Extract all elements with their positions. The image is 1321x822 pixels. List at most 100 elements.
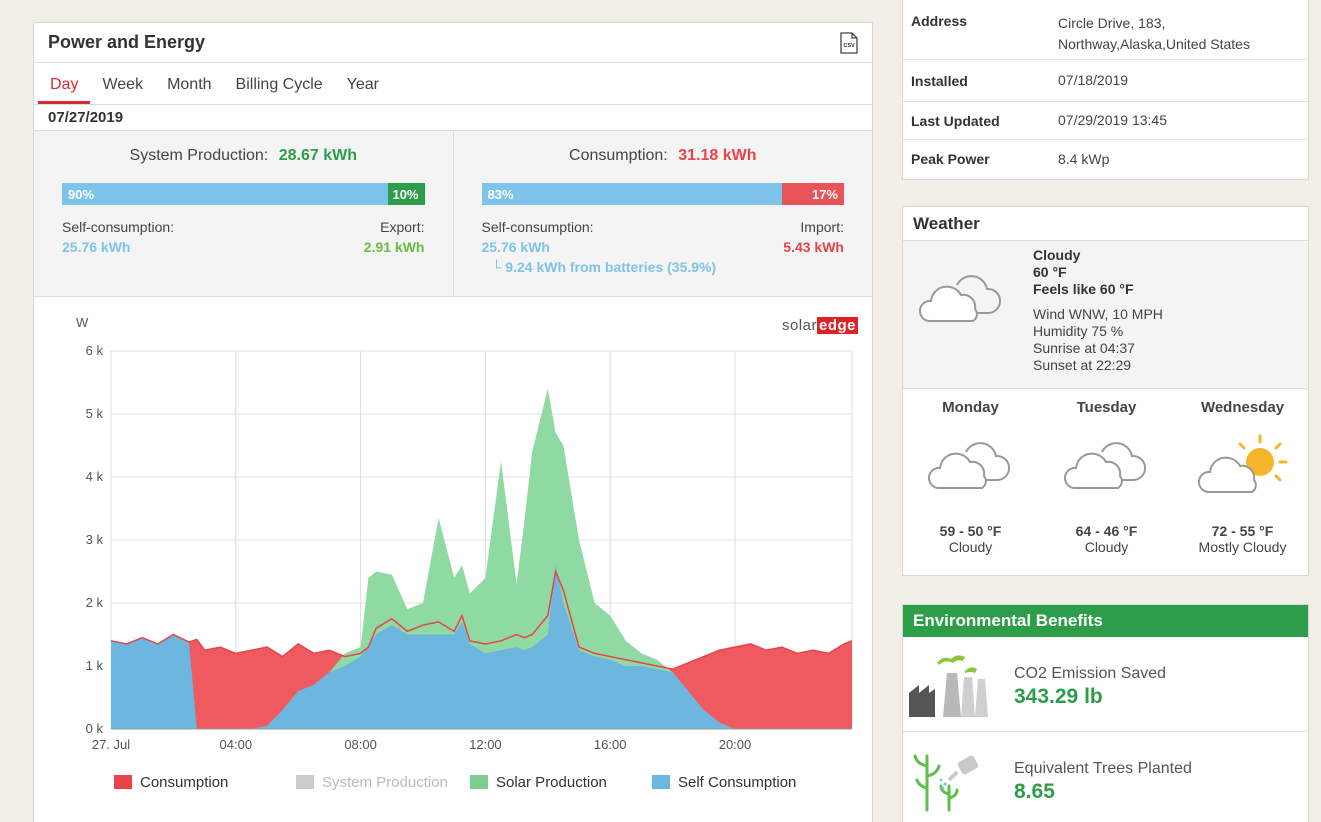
cloud-icon <box>1063 442 1146 489</box>
energy-stats: System Production: 28.67 kWh 90% 10% Sel… <box>34 131 872 297</box>
humidity: Humidity 75 % <box>1033 323 1124 339</box>
panel-title: Power and Energy <box>48 32 206 52</box>
forecast-temp: 64 - 46 °F <box>1075 523 1138 539</box>
forecast-tuesday: Tuesday 64 - 46 °F Cloudy <box>1039 399 1174 555</box>
production-split-bar: 90% 10% <box>62 183 425 205</box>
tree-watering-icon <box>913 754 979 812</box>
power-energy-panel: Power and Energy CSV Day Week Month Bill… <box>33 22 873 822</box>
legend-label: Consumption <box>140 774 228 791</box>
forecast-wednesday: Wednesday 72 - 55 °F Mostly Cloudy <box>1175 399 1310 555</box>
period-tabs: Day Week Month Billing Cycle Year <box>34 63 872 105</box>
address-line-2: Northway,Alaska,United States <box>1058 36 1250 52</box>
tab-year[interactable]: Year <box>335 76 391 104</box>
y-tick-label: 6 k <box>86 343 104 358</box>
co2-value: 343.29 lb <box>1014 685 1103 708</box>
y-tick-label: 5 k <box>86 406 104 421</box>
env-title: Environmental Benefits <box>903 605 1308 637</box>
consumption-split-bar: 83% 17% <box>481 183 844 205</box>
power-chart: solar edge W 0 k 1 k 2 k 3 k 4 k 5 k 6 k 27. Jul 0… <box>34 297 872 817</box>
csv-icon-label: CSV <box>843 43 855 49</box>
consumption-breakdown: Self-consumption: 25.76 kWh Import: 5.43… <box>482 219 845 255</box>
tab-week[interactable]: Week <box>90 76 155 104</box>
forecast-condition: Cloudy <box>948 539 993 555</box>
production-self-label: Self-consumption: <box>62 219 175 235</box>
legend-swatch <box>114 775 132 789</box>
consumption-self-label: Self-consumption: <box>481 219 594 235</box>
info-key: Address <box>911 13 968 29</box>
export-label: Export: <box>380 219 425 235</box>
y-tick-label: 2 k <box>86 595 104 610</box>
address-line-1: Circle Drive, 183, <box>1058 15 1166 31</box>
cloud-icon <box>919 275 1001 322</box>
export-value: 2.91 kWh <box>363 239 425 255</box>
trees-planted-row: Equivalent Trees Planted 8.65 <box>903 732 1308 822</box>
legend-label: System Production <box>322 774 448 791</box>
factory-icon <box>909 655 988 717</box>
co2-saved-row: CO2 Emission Saved 343.29 lb <box>903 637 1308 732</box>
info-value: 8.4 kWp <box>1058 150 1110 167</box>
x-tick-label: 04:00 <box>220 737 253 752</box>
consumption-self-value: 25.76 kWh <box>481 239 550 255</box>
site-info-panel: Address Circle Drive, 183, Northway,Alas… <box>902 0 1309 180</box>
production-breakdown: Self-consumption: 25.76 kWh Export: 2.91… <box>62 219 425 255</box>
weather-title: Weather <box>903 207 1308 241</box>
consumption-self-segment: 83% <box>481 183 783 205</box>
consumption-heading: Consumption: 31.18 kWh <box>482 147 845 165</box>
forecast-temp: 59 - 50 °F <box>939 523 1002 539</box>
forecast-temp: 72 - 55 °F <box>1211 523 1274 539</box>
trees-value: 8.65 <box>1014 780 1055 803</box>
legend-label: Self Consumption <box>678 774 796 791</box>
x-tick-label: 08:00 <box>344 737 377 752</box>
sunrise: Sunrise at 04:37 <box>1033 340 1135 356</box>
info-key: Peak Power <box>911 151 990 167</box>
forecast-condition: Cloudy <box>1084 539 1129 555</box>
csv-file-icon[interactable]: CSV <box>840 31 858 54</box>
tab-day[interactable]: Day <box>38 76 91 104</box>
x-tick-label: 12:00 <box>469 737 502 752</box>
forecast-condition: Mostly Cloudy <box>1198 539 1287 555</box>
power-energy-header: Power and Energy CSV <box>34 23 872 63</box>
info-row-installed: Installed 07/18/2019 <box>903 60 1308 102</box>
forecast-monday: Monday 59 - 50 °F Cloudy <box>903 399 1038 555</box>
tab-month[interactable]: Month <box>155 76 223 104</box>
consumption-value: 31.18 kWh <box>678 147 757 164</box>
info-value: 07/29/2019 13:45 <box>1058 112 1167 128</box>
co2-label: CO2 Emission Saved <box>1014 665 1167 682</box>
legend-swatch <box>296 775 314 789</box>
info-row-last-updated: Last Updated 07/29/2019 13:45 <box>903 102 1308 140</box>
info-key: Last Updated <box>911 112 1000 129</box>
info-value: Circle Drive, 183, Northway,Alaska,Unite… <box>1058 13 1308 59</box>
production-stat: System Production: 28.67 kWh 90% 10% Sel… <box>34 131 453 296</box>
x-tick-label: 16:00 <box>594 737 627 752</box>
forecast-day: Wednesday <box>1200 399 1285 416</box>
forecast-day: Tuesday <box>1076 399 1137 416</box>
brand-edge: edge <box>816 317 858 334</box>
cloud-icon <box>927 442 1010 489</box>
production-self-segment: 90% <box>62 183 389 205</box>
y-axis-label: W <box>76 315 89 330</box>
y-tick-label: 1 k <box>86 658 104 673</box>
y-tick-label: 0 k <box>86 721 104 736</box>
power-chart-svg: W 0 k 1 k 2 k 3 k 4 k 5 k 6 k 27. Jul 04:00 08:00 1… <box>76 315 853 791</box>
info-value: 07/18/2019 <box>1058 72 1129 88</box>
current-weather: Cloudy 60 °F Feels like 60 °F Wind WNW, … <box>903 241 1308 389</box>
consumption-label: Consumption: <box>569 147 668 164</box>
weather-panel: Weather Cloudy 60 °F Feels like 60 °F Wi… <box>902 206 1309 576</box>
consumption-stat: Consumption: 31.18 kWh 83% 17% Self-cons… <box>452 131 873 296</box>
forecast-day: Monday <box>942 399 999 416</box>
y-tick-label: 3 k <box>86 532 104 547</box>
sun-cloud-icon <box>1197 434 1287 493</box>
brand-solar: solar <box>781 317 817 334</box>
feels-like: Feels like 60 °F <box>1033 281 1134 297</box>
x-tick-label: 20:00 <box>719 737 752 752</box>
tab-billing-cycle[interactable]: Billing Cycle <box>224 76 335 104</box>
x-tick-label: 27. Jul <box>92 737 130 752</box>
current-temp: 60 °F <box>1033 264 1067 280</box>
selected-date: 07/27/2019 <box>34 105 872 131</box>
environmental-benefits-panel: Environmental Benefits CO2 Emission Save… <box>902 604 1309 822</box>
production-value: 28.67 kWh <box>278 147 357 164</box>
legend-swatch <box>470 775 488 789</box>
trees-label: Equivalent Trees Planted <box>1014 760 1192 777</box>
legend-label: Solar Production <box>496 774 607 791</box>
batteries-note: └ 9.24 kWh from batteries (35.9%) <box>491 259 717 275</box>
